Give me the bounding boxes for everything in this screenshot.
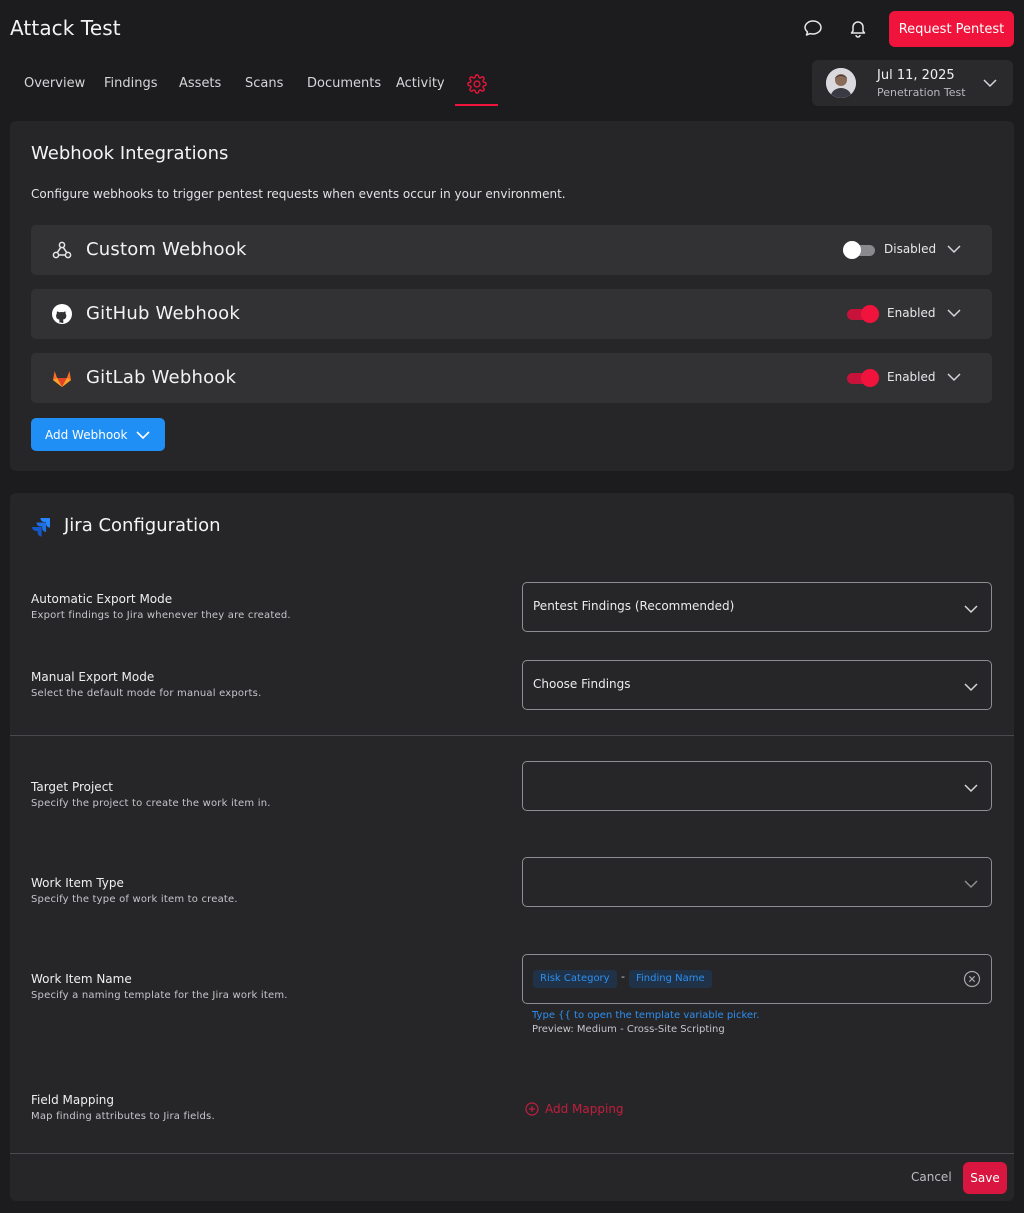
chevron-down-icon: [983, 79, 997, 88]
work-item-type-label: Work Item Type: [31, 876, 124, 890]
target-project-select[interactable]: [522, 761, 992, 811]
settings-gear-icon: [466, 74, 487, 94]
test-type: Penetration Test: [877, 86, 966, 99]
webhook-name: GitLab Webhook: [86, 367, 237, 388]
work-item-name-label: Work Item Name: [31, 972, 132, 986]
test-date: Jul 11, 2025: [877, 68, 955, 83]
work-item-name-input[interactable]: Risk Category - Finding Name: [522, 954, 992, 1004]
nav-tabs: Overview Findings Assets Scans Documents…: [0, 66, 520, 106]
github-icon: [52, 304, 72, 324]
tab-documents[interactable]: Documents: [307, 76, 381, 91]
automatic-export-value: Pentest Findings (Recommended): [533, 599, 735, 613]
automatic-export-label: Automatic Export Mode: [31, 592, 173, 606]
field-mapping-label: Field Mapping: [31, 1093, 115, 1107]
manual-export-select[interactable]: Choose Findings: [522, 660, 992, 710]
chevron-down-icon[interactable]: [946, 306, 962, 320]
avatar: [826, 68, 856, 98]
manual-export-value: Choose Findings: [533, 677, 631, 691]
webhook-status: Enabled: [887, 306, 936, 320]
automatic-export-description: Export findings to Jira whenever they ar…: [31, 610, 291, 621]
webhook-status: Enabled: [887, 370, 936, 384]
chevron-down-icon: [136, 431, 150, 440]
webhook-icon: [52, 241, 72, 259]
chevron-down-icon: [964, 605, 978, 614]
chevron-down-icon[interactable]: [946, 370, 962, 384]
cancel-button[interactable]: Cancel: [911, 1170, 952, 1184]
add-webhook-button[interactable]: Add Webhook: [31, 418, 165, 451]
jira-configuration-card: Jira Configuration Automatic Export Mode…: [10, 493, 1014, 1201]
tab-findings[interactable]: Findings: [104, 76, 158, 91]
webhook-toggle[interactable]: [847, 305, 879, 323]
tab-settings[interactable]: [455, 66, 498, 106]
template-separator: -: [621, 970, 625, 983]
jira-icon: [32, 518, 50, 537]
chat-icon[interactable]: [802, 17, 824, 39]
template-preview: Preview: Medium - Cross-Site Scripting: [532, 1024, 725, 1035]
request-pentest-button[interactable]: Request Pentest: [889, 11, 1014, 47]
footer-divider: [10, 1153, 1014, 1154]
webhook-section-title: Webhook Integrations: [31, 143, 229, 164]
clear-icon[interactable]: [963, 970, 981, 988]
target-project-label: Target Project: [31, 780, 113, 794]
app-title: Attack Test: [10, 16, 121, 40]
manual-export-description: Select the default mode for manual expor…: [31, 688, 262, 699]
tab-overview[interactable]: Overview: [24, 76, 85, 91]
jira-section-title: Jira Configuration: [64, 515, 221, 536]
bell-icon[interactable]: [847, 17, 869, 39]
webhook-toggle[interactable]: [843, 241, 875, 259]
template-hint: Type {{ to open the template variable pi…: [532, 1010, 760, 1021]
target-project-description: Specify the project to create the work i…: [31, 798, 271, 809]
work-item-name-description: Specify a naming template for the Jira w…: [31, 990, 288, 1001]
tab-scans[interactable]: Scans: [245, 76, 283, 91]
add-webhook-label: Add Webhook: [45, 427, 128, 442]
webhook-row-github[interactable]: GitHub Webhook Enabled: [31, 289, 992, 339]
webhook-toggle[interactable]: [847, 369, 879, 387]
work-item-type-description: Specify the type of work item to create.: [31, 894, 238, 905]
webhook-row-custom[interactable]: Custom Webhook Disabled: [31, 225, 992, 275]
manual-export-label: Manual Export Mode: [31, 670, 155, 684]
tab-activity[interactable]: Activity: [396, 76, 445, 91]
work-item-type-select[interactable]: [522, 857, 992, 907]
webhook-name: GitHub Webhook: [86, 303, 240, 324]
automatic-export-select[interactable]: Pentest Findings (Recommended): [522, 582, 992, 632]
template-chip-risk-category[interactable]: Risk Category: [533, 970, 617, 988]
chevron-down-icon: [964, 880, 978, 889]
webhook-section-description: Configure webhooks to trigger pentest re…: [31, 187, 566, 201]
top-bar: Attack Test Request Pentest: [0, 0, 1024, 58]
add-mapping-button[interactable]: Add Mapping: [525, 1100, 624, 1118]
webhook-row-gitlab[interactable]: GitLab Webhook Enabled: [31, 353, 992, 403]
section-divider: [10, 735, 1014, 736]
field-mapping-description: Map finding attributes to Jira fields.: [31, 1111, 215, 1122]
save-button[interactable]: Save: [963, 1162, 1007, 1194]
webhook-integrations-card: Webhook Integrations Configure webhooks …: [10, 121, 1014, 471]
webhook-name: Custom Webhook: [86, 239, 247, 260]
gitlab-icon: [53, 371, 71, 387]
test-selector-dropdown[interactable]: Jul 11, 2025 Penetration Test: [812, 60, 1013, 106]
chevron-down-icon[interactable]: [946, 242, 962, 256]
chevron-down-icon: [964, 784, 978, 793]
add-mapping-label: Add Mapping: [545, 1102, 624, 1116]
tab-assets[interactable]: Assets: [179, 76, 221, 91]
plus-circle-icon: [525, 1102, 539, 1116]
template-chip-finding-name[interactable]: Finding Name: [629, 970, 712, 988]
chevron-down-icon: [964, 683, 978, 692]
webhook-status: Disabled: [884, 242, 937, 256]
